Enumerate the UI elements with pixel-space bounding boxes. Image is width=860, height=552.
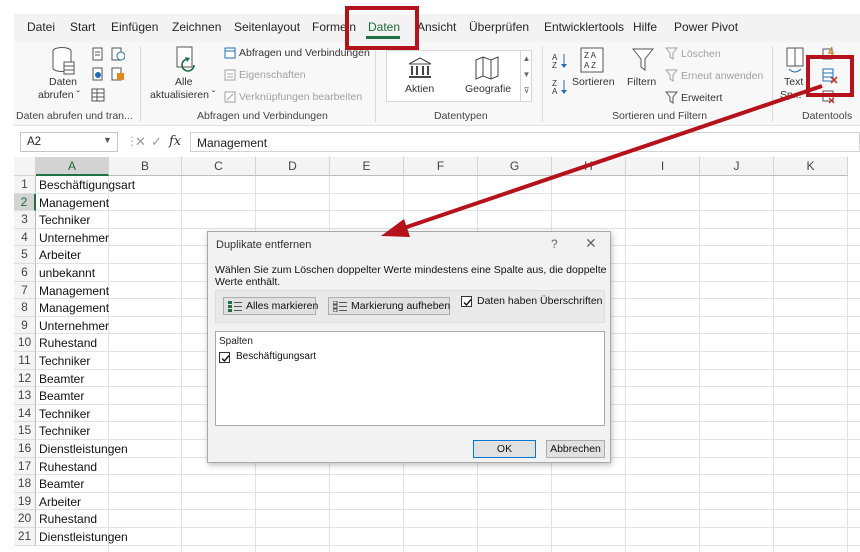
- annotation-arrow: [381, 84, 823, 237]
- arrow-head-icon: [381, 219, 410, 237]
- excel-window: Datei Start Einfügen Zeichnen Seitenlayo…: [0, 0, 860, 552]
- arrow-line: [397, 84, 823, 232]
